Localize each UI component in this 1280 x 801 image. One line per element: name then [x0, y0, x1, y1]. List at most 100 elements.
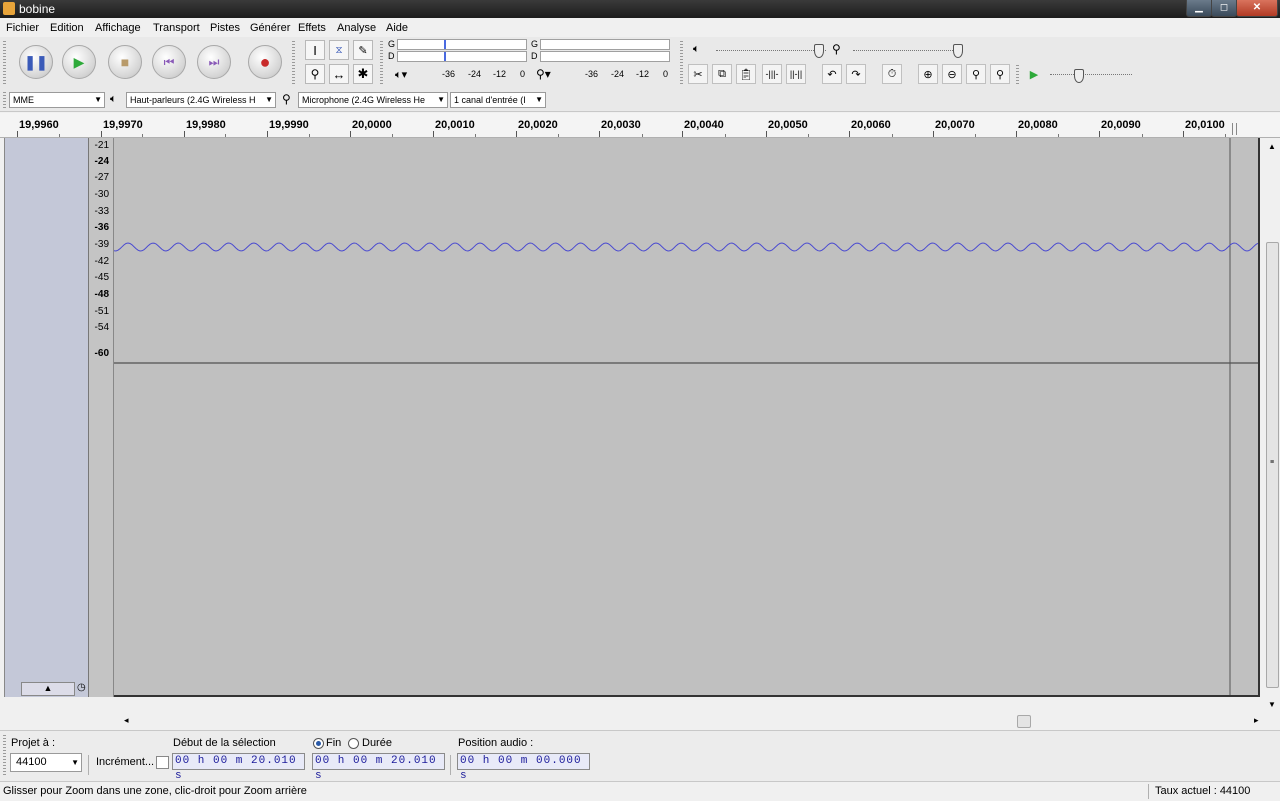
db-label: -60 — [94, 348, 109, 359]
selection-end-time[interactable]: 00 h 00 m 20.010 s — [312, 753, 445, 782]
stop-button[interactable]: ■ — [108, 45, 142, 79]
horizontal-scrollbar[interactable]: ◂ ▸ — [114, 714, 1264, 728]
timeshift-tool-icon[interactable]: ↔ — [329, 64, 349, 84]
play-speed-slider[interactable] — [1050, 69, 1132, 83]
toolbar-grip[interactable] — [3, 735, 6, 777]
ruler-minor-tick — [141, 134, 143, 137]
ruler-tick — [267, 131, 268, 137]
speaker-icon: 🔈︎ — [110, 93, 117, 105]
copy-icon[interactable]: ⧉ — [712, 64, 732, 84]
pencil-tool-icon[interactable]: ✎ — [353, 40, 373, 60]
skip-end-button[interactable]: ⏭ — [197, 45, 231, 79]
toolbar-grip[interactable] — [3, 41, 6, 85]
project-rate-select[interactable]: 44100 ▼ — [10, 753, 82, 772]
vertical-scroll-thumb[interactable]: ≡ — [1266, 242, 1279, 688]
menu-edition[interactable]: Edition — [50, 22, 84, 34]
trim-icon[interactable]: -|||- — [762, 64, 782, 84]
sync-lock-icon[interactable]: ⏱ — [882, 64, 902, 84]
chevron-up-icon: ▲ — [43, 683, 53, 693]
envelope-tool-icon[interactable]: ⧖ — [329, 40, 349, 60]
scroll-left-icon[interactable]: ◂ — [124, 715, 129, 726]
menu-affichage[interactable]: Affichage — [95, 22, 141, 34]
play-region-end-marker[interactable] — [1232, 123, 1237, 135]
menu-fichier[interactable]: Fichier — [6, 22, 39, 34]
end-radio[interactable] — [313, 738, 324, 749]
audio-position-value: 00 h 00 m 00.000 s — [460, 755, 582, 782]
track-control-panel[interactable]: ▲ ◷ — [4, 138, 89, 697]
ruler-label: 20,0100 — [1185, 119, 1225, 131]
play-button[interactable]: ▶ — [62, 45, 96, 79]
status-hint: Glisser pour Zoom dans une zone, clic-dr… — [3, 785, 307, 797]
output-device-select[interactable]: Haut-parleurs (2.4G Wireless H ▼ — [126, 92, 276, 108]
db-label: -54 — [94, 322, 109, 333]
ruler-label: 20,0060 — [851, 119, 891, 131]
menu-generer[interactable]: Générer — [250, 22, 290, 34]
db-ruler[interactable]: -21 -24 -27 -30 -33 -36 -39 -42 -45 -48 … — [89, 138, 114, 697]
snap-to-label: Incrément... — [96, 756, 155, 768]
playback-volume-slider[interactable] — [716, 44, 826, 58]
close-button[interactable]: ✕ — [1236, 0, 1278, 17]
ruler-label: 20,0050 — [768, 119, 808, 131]
title-bar: bobine ▁ ◻ ✕ — [0, 0, 1280, 18]
menu-analyse[interactable]: Analyse — [337, 22, 376, 34]
rec-meter-left-label: G — [531, 39, 539, 49]
selection-tool-icon[interactable]: I — [305, 40, 325, 60]
waveform-track[interactable] — [114, 138, 1260, 697]
speaker-icon[interactable]: 🔈︎▾ — [395, 68, 407, 82]
silence-icon[interactable]: ||-|| — [786, 64, 806, 84]
db-label: -48 — [94, 289, 109, 300]
ruler-minor-tick — [725, 134, 726, 137]
db-label: -39 — [94, 239, 109, 250]
snap-to-checkbox[interactable] — [156, 756, 169, 769]
redo-icon[interactable]: ↷ — [846, 64, 866, 84]
microphone-icon[interactable]: ⚲▾ — [536, 67, 551, 81]
zoom-out-icon[interactable]: ⊖ — [942, 64, 962, 84]
horizontal-scroll-thumb[interactable] — [1017, 715, 1031, 728]
undo-icon[interactable]: ↶ — [822, 64, 842, 84]
minimize-button[interactable]: ▁ — [1186, 0, 1212, 17]
selection-start-time[interactable]: 00 h 00 m 20.010 s — [172, 753, 305, 782]
audio-host-select[interactable]: MME ▼ — [9, 92, 105, 108]
ruler-minor-tick — [58, 134, 60, 137]
toolbar-grip[interactable] — [380, 41, 383, 85]
pause-button[interactable]: ❚❚ — [19, 45, 53, 79]
play-at-speed-icon[interactable]: ▶ — [1024, 64, 1044, 84]
fit-selection-icon[interactable]: ⚲ — [966, 64, 986, 84]
menu-aide[interactable]: Aide — [386, 22, 408, 34]
input-channels-select[interactable]: 1 canal d'entrée (I ▼ — [450, 92, 546, 108]
toolbar-grip[interactable] — [292, 41, 295, 85]
record-button[interactable]: ● — [248, 45, 282, 79]
toolbar-grip[interactable] — [1016, 65, 1019, 85]
db-label: -27 — [94, 172, 109, 183]
multi-tool-icon[interactable]: ✱ — [353, 64, 373, 84]
vertical-scrollbar[interactable]: ▲ ≡ ▼ — [1264, 138, 1280, 712]
input-channels-value: 1 canal d'entrée (I — [454, 95, 526, 105]
collapse-track-button[interactable]: ▲ — [21, 682, 75, 696]
maximize-button[interactable]: ◻ — [1211, 0, 1237, 17]
menu-pistes[interactable]: Pistes — [210, 22, 240, 34]
toolbar-grip[interactable] — [3, 92, 6, 108]
input-device-select[interactable]: Microphone (2.4G Wireless He ▼ — [298, 92, 448, 108]
timeline-ruler[interactable]: 19,9960 19,9970 19,9980 19,9990 20,0000 … — [0, 113, 1280, 138]
zoom-tool-icon[interactable]: ⚲ — [305, 64, 325, 84]
scroll-down-icon[interactable]: ▼ — [1268, 700, 1276, 709]
scroll-right-icon[interactable]: ▸ — [1254, 715, 1259, 726]
chevron-down-icon: ▼ — [535, 95, 543, 104]
menu-effets[interactable]: Effets — [298, 22, 326, 34]
window-title: bobine — [19, 2, 56, 16]
skip-start-button[interactable]: ⏮ — [152, 45, 186, 79]
scroll-up-icon[interactable]: ▲ — [1268, 142, 1276, 151]
waveform-svg — [114, 138, 1258, 695]
paste-icon[interactable]: 📋︎ — [736, 64, 756, 84]
play-meter-right-label: D — [388, 51, 395, 61]
fit-project-icon[interactable]: ⚲ — [990, 64, 1010, 84]
toolbar-grip[interactable] — [680, 65, 683, 85]
length-radio[interactable] — [348, 738, 359, 749]
cut-icon[interactable]: ✂ — [688, 64, 708, 84]
audio-position-time[interactable]: 00 h 00 m 00.000 s — [457, 753, 590, 782]
selection-start-value: 00 h 00 m 20.010 s — [175, 755, 297, 782]
menu-transport[interactable]: Transport — [153, 22, 200, 34]
zoom-in-icon[interactable]: ⊕ — [918, 64, 938, 84]
recording-volume-slider[interactable] — [853, 44, 963, 58]
ruler-label: 19,9990 — [269, 119, 309, 131]
